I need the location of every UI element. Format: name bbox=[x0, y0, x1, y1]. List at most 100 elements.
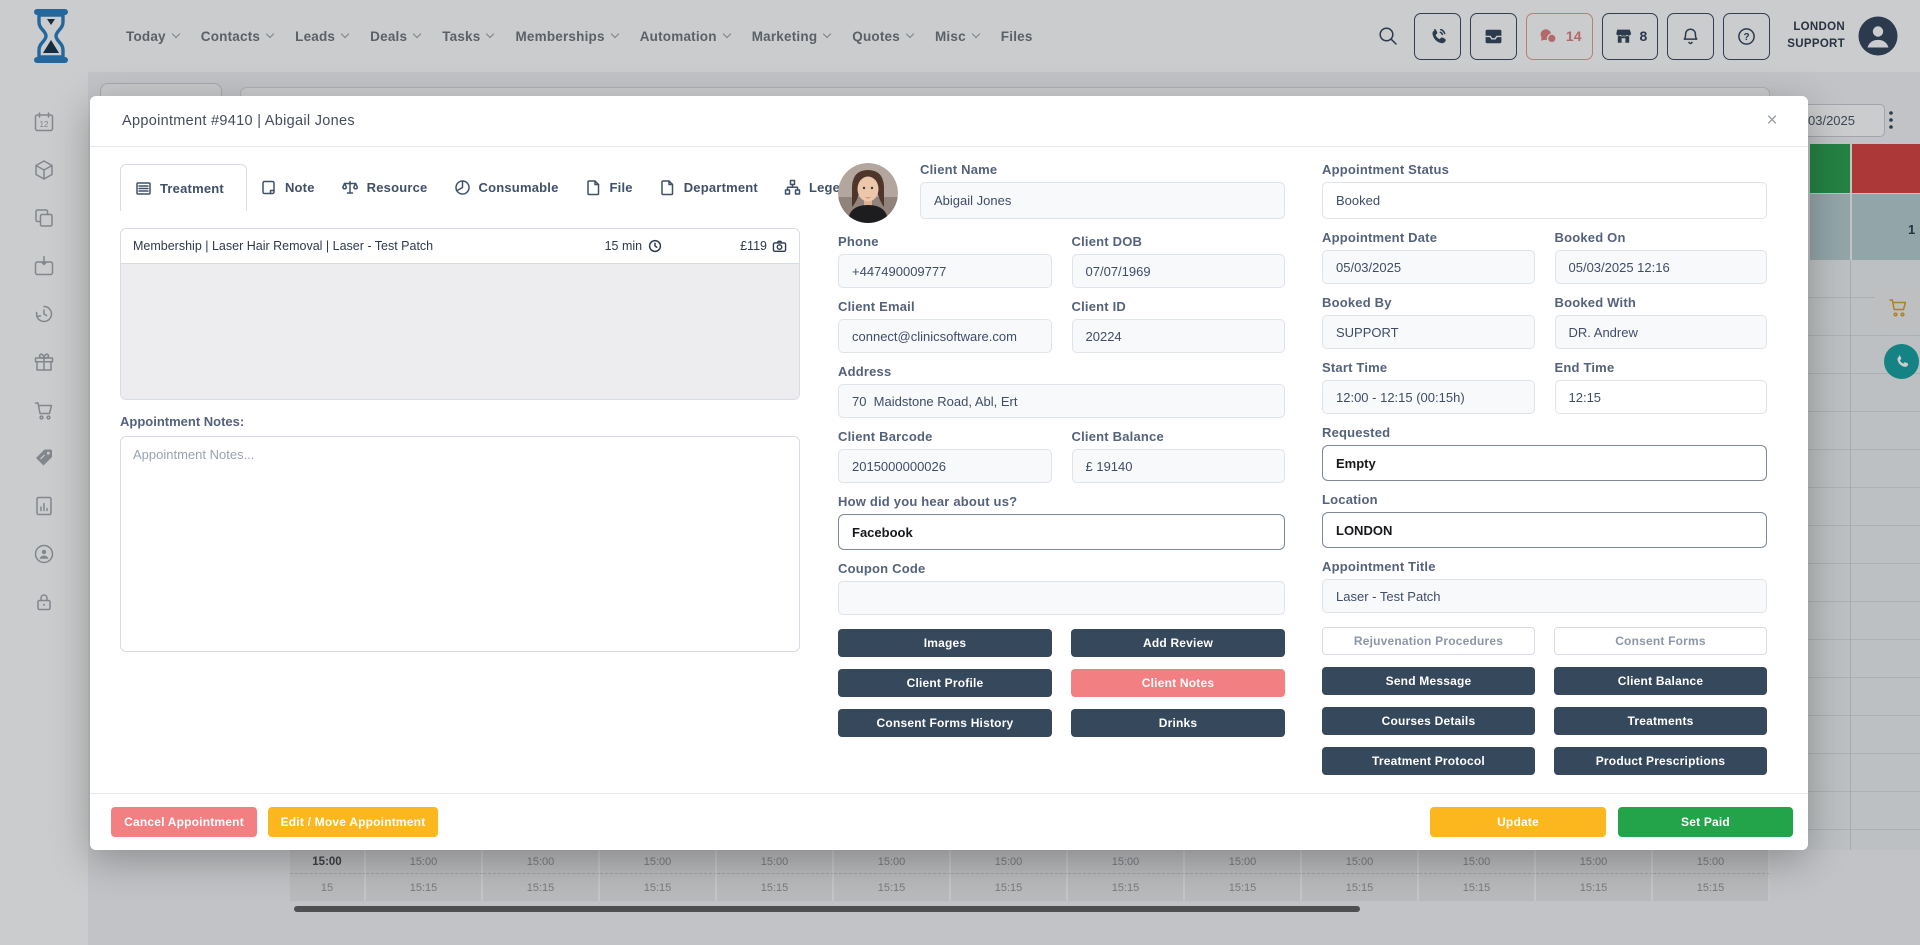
address-input[interactable] bbox=[838, 384, 1285, 418]
set-paid-button[interactable]: Set Paid bbox=[1618, 807, 1793, 837]
send-message-button[interactable]: Send Message bbox=[1322, 667, 1535, 695]
balance-input[interactable] bbox=[1072, 449, 1286, 483]
close-icon[interactable]: × bbox=[1760, 109, 1784, 133]
appointment-title-input[interactable] bbox=[1322, 579, 1767, 613]
start-time-field: Start Time bbox=[1322, 360, 1535, 414]
tab-consumable[interactable]: Consumable bbox=[441, 164, 572, 211]
treatments-button[interactable]: Treatments bbox=[1554, 707, 1767, 735]
consent-forms-button[interactable]: Consent Forms bbox=[1554, 627, 1767, 655]
field-row: Address bbox=[838, 364, 1285, 418]
barcode-input[interactable] bbox=[838, 449, 1052, 483]
status-field: Appointment Status bbox=[1322, 162, 1767, 219]
email-input[interactable] bbox=[838, 319, 1052, 353]
treatment-column: Treatment Note Resource Consumable File … bbox=[120, 162, 800, 657]
phone-field: Phone bbox=[838, 234, 1052, 288]
coupon-field: Coupon Code bbox=[838, 561, 1285, 615]
modal-footer: Cancel Appointment Edit / Move Appointme… bbox=[90, 793, 1808, 850]
client-header: Client Name bbox=[838, 162, 1285, 223]
requested-select[interactable] bbox=[1322, 445, 1767, 481]
rejuvenation-procedures-button[interactable]: Rejuvenation Procedures bbox=[1322, 627, 1535, 655]
barcode-field: Client Barcode bbox=[838, 429, 1052, 483]
client-balance-button[interactable]: Client Balance bbox=[1554, 667, 1767, 695]
modal-header: Appointment #9410 | Abigail Jones × bbox=[90, 96, 1808, 147]
drinks-button[interactable]: Drinks bbox=[1071, 709, 1285, 737]
appointment-date-field: Appointment Date bbox=[1322, 230, 1535, 284]
dob-input[interactable] bbox=[1072, 254, 1286, 288]
address-field: Address bbox=[838, 364, 1285, 418]
note-icon bbox=[260, 179, 277, 196]
field-label: Client Name bbox=[920, 162, 1285, 177]
end-time-input[interactable] bbox=[1555, 380, 1768, 414]
document-icon bbox=[659, 179, 676, 196]
field-row: Start Time End Time bbox=[1322, 360, 1767, 414]
appointment-actions: Rejuvenation Procedures Consent Forms Se… bbox=[1322, 627, 1767, 775]
product-prescriptions-button[interactable]: Product Prescriptions bbox=[1554, 747, 1767, 775]
field-row: Appointment Title bbox=[1322, 559, 1767, 613]
client-notes-button[interactable]: Client Notes bbox=[1071, 669, 1285, 697]
scale-icon bbox=[341, 179, 359, 196]
requested-field: Requested bbox=[1322, 425, 1767, 481]
tab-department[interactable]: Department bbox=[646, 164, 771, 211]
booked-with-field: Booked With bbox=[1555, 295, 1768, 349]
referral-select[interactable] bbox=[838, 514, 1285, 550]
field-row: Location bbox=[1322, 492, 1767, 548]
courses-details-button[interactable]: Courses Details bbox=[1322, 707, 1535, 735]
file-icon bbox=[585, 179, 602, 196]
location-select[interactable] bbox=[1322, 512, 1767, 548]
field-row: Client Email Client ID bbox=[838, 299, 1285, 353]
update-button[interactable]: Update bbox=[1430, 807, 1606, 837]
status-select[interactable] bbox=[1322, 182, 1767, 219]
tab-treatment[interactable]: Treatment bbox=[120, 164, 247, 211]
booked-by-input[interactable] bbox=[1322, 315, 1535, 349]
treatment-row[interactable]: Membership | Laser Hair Removal | Laser … bbox=[121, 229, 799, 264]
add-review-button[interactable]: Add Review bbox=[1071, 629, 1285, 657]
coupon-input[interactable] bbox=[838, 581, 1285, 615]
appointment-column: Appointment Status Appointment Date Book… bbox=[1322, 162, 1767, 775]
camera-icon bbox=[772, 239, 787, 253]
pie-chart-icon bbox=[454, 179, 471, 196]
appointment-date-input[interactable] bbox=[1322, 250, 1535, 284]
location-field: Location bbox=[1322, 492, 1767, 548]
treatment-duration: 15 min bbox=[605, 239, 663, 253]
tab-note[interactable]: Note bbox=[247, 164, 328, 211]
booked-by-field: Booked By bbox=[1322, 295, 1535, 349]
field-row: Appointment Date Booked On bbox=[1322, 230, 1767, 284]
balance-field: Client Balance bbox=[1072, 429, 1286, 483]
field-row: Booked By Booked With bbox=[1322, 295, 1767, 349]
field-row: Requested bbox=[1322, 425, 1767, 481]
client-actions: Images Add Review Client Profile Client … bbox=[838, 629, 1285, 737]
client-id-input[interactable] bbox=[1072, 319, 1286, 353]
consent-forms-history-button[interactable]: Consent Forms History bbox=[838, 709, 1052, 737]
referral-field: How did you hear about us? bbox=[838, 494, 1285, 550]
appointment-notes-input[interactable] bbox=[120, 436, 800, 652]
field-row: Client Barcode Client Balance bbox=[838, 429, 1285, 483]
client-column: Client Name Phone Client DOB Client Emai… bbox=[838, 162, 1285, 737]
end-time-field: End Time bbox=[1555, 360, 1768, 414]
images-button[interactable]: Images bbox=[838, 629, 1052, 657]
client-photo bbox=[838, 163, 898, 223]
field-row: Phone Client DOB bbox=[838, 234, 1285, 288]
tab-resource[interactable]: Resource bbox=[328, 164, 441, 211]
treatment-protocol-button[interactable]: Treatment Protocol bbox=[1322, 747, 1535, 775]
booked-with-input[interactable] bbox=[1555, 315, 1768, 349]
treatment-price: £119 bbox=[740, 239, 787, 253]
client-profile-button[interactable]: Client Profile bbox=[838, 669, 1052, 697]
treatment-name: Membership | Laser Hair Removal | Laser … bbox=[133, 239, 605, 253]
start-time-input[interactable] bbox=[1322, 380, 1535, 414]
booked-on-input[interactable] bbox=[1555, 250, 1768, 284]
cancel-appointment-button[interactable]: Cancel Appointment bbox=[111, 807, 257, 837]
client-name-field: Client Name bbox=[920, 162, 1285, 223]
appointment-modal: Appointment #9410 | Abigail Jones × Trea… bbox=[90, 96, 1808, 850]
tab-file[interactable]: File bbox=[572, 164, 646, 211]
edit-move-appointment-button[interactable]: Edit / Move Appointment bbox=[268, 807, 438, 837]
modal-title: Appointment #9410 | Abigail Jones bbox=[122, 96, 355, 147]
dob-field: Client DOB bbox=[1072, 234, 1286, 288]
client-name-input[interactable] bbox=[920, 182, 1285, 219]
client-id-field: Client ID bbox=[1072, 299, 1286, 353]
phone-input[interactable] bbox=[838, 254, 1052, 288]
modal-tabs: Treatment Note Resource Consumable File … bbox=[120, 164, 800, 211]
treatment-grid-icon bbox=[135, 180, 152, 197]
clock-icon bbox=[648, 239, 662, 253]
treatment-list-empty-area bbox=[121, 264, 799, 400]
sitemap-icon bbox=[784, 179, 801, 196]
